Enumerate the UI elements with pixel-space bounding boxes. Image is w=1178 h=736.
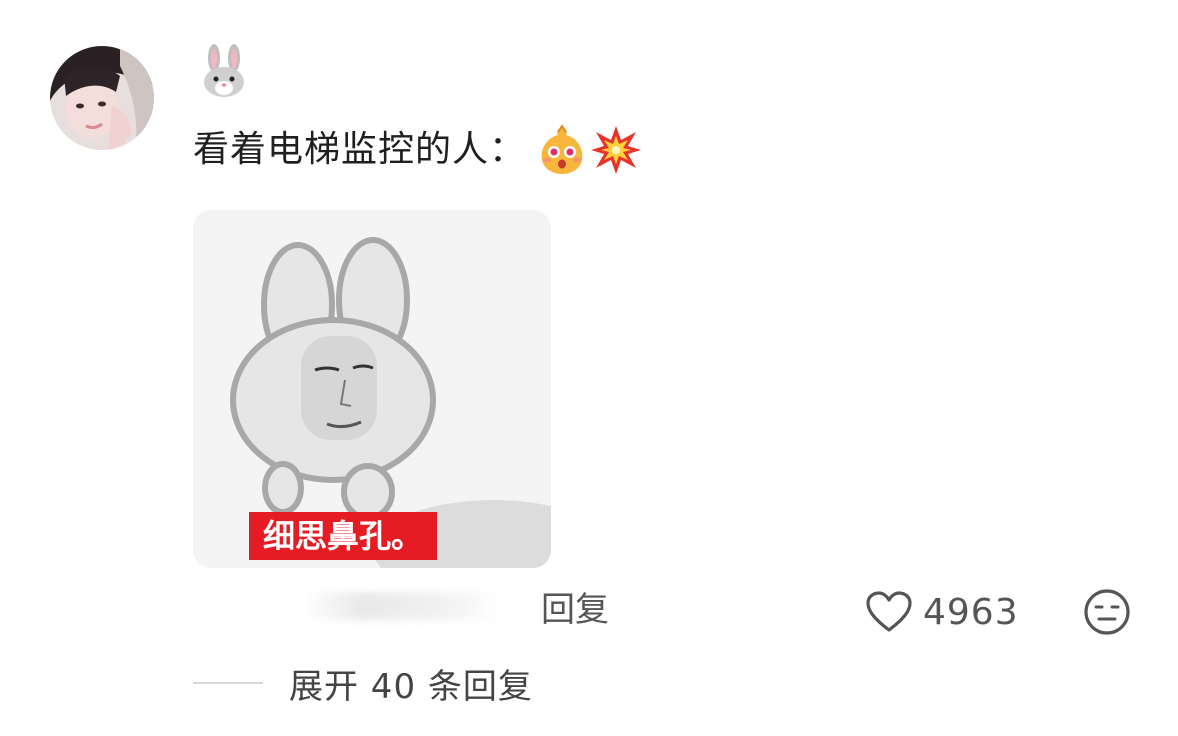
rabbit-face-icon	[198, 44, 250, 98]
timestamp-redacted	[303, 592, 503, 620]
attached-image[interactable]: 细思鼻孔。	[193, 210, 551, 568]
like-count: 4963	[923, 591, 1019, 633]
heart-icon[interactable]	[865, 590, 913, 634]
surprised-face-sticker-icon	[536, 124, 588, 176]
comment-text: 看着电梯监控的人：	[193, 129, 527, 170]
collision-sticker-icon	[590, 124, 642, 176]
divider-line	[193, 682, 263, 684]
comment-body: 看着电梯监控的人：	[193, 122, 642, 178]
dislike-face-icon[interactable]	[1083, 588, 1131, 636]
comment-actions: 回复 4963	[193, 584, 1143, 640]
expand-replies-label[interactable]: 展开 40 条回复	[289, 659, 533, 708]
avatar[interactable]	[50, 46, 154, 150]
reply-button[interactable]: 回复	[541, 588, 609, 632]
expand-replies[interactable]: 展开 40 条回复	[193, 659, 533, 708]
image-caption: 细思鼻孔。	[249, 512, 438, 560]
like-button[interactable]: 4963	[865, 588, 1019, 636]
comment-item: 看着电梯监控的人： 细思鼻孔。 回复 4963 展开 40 条回复	[0, 0, 1178, 736]
